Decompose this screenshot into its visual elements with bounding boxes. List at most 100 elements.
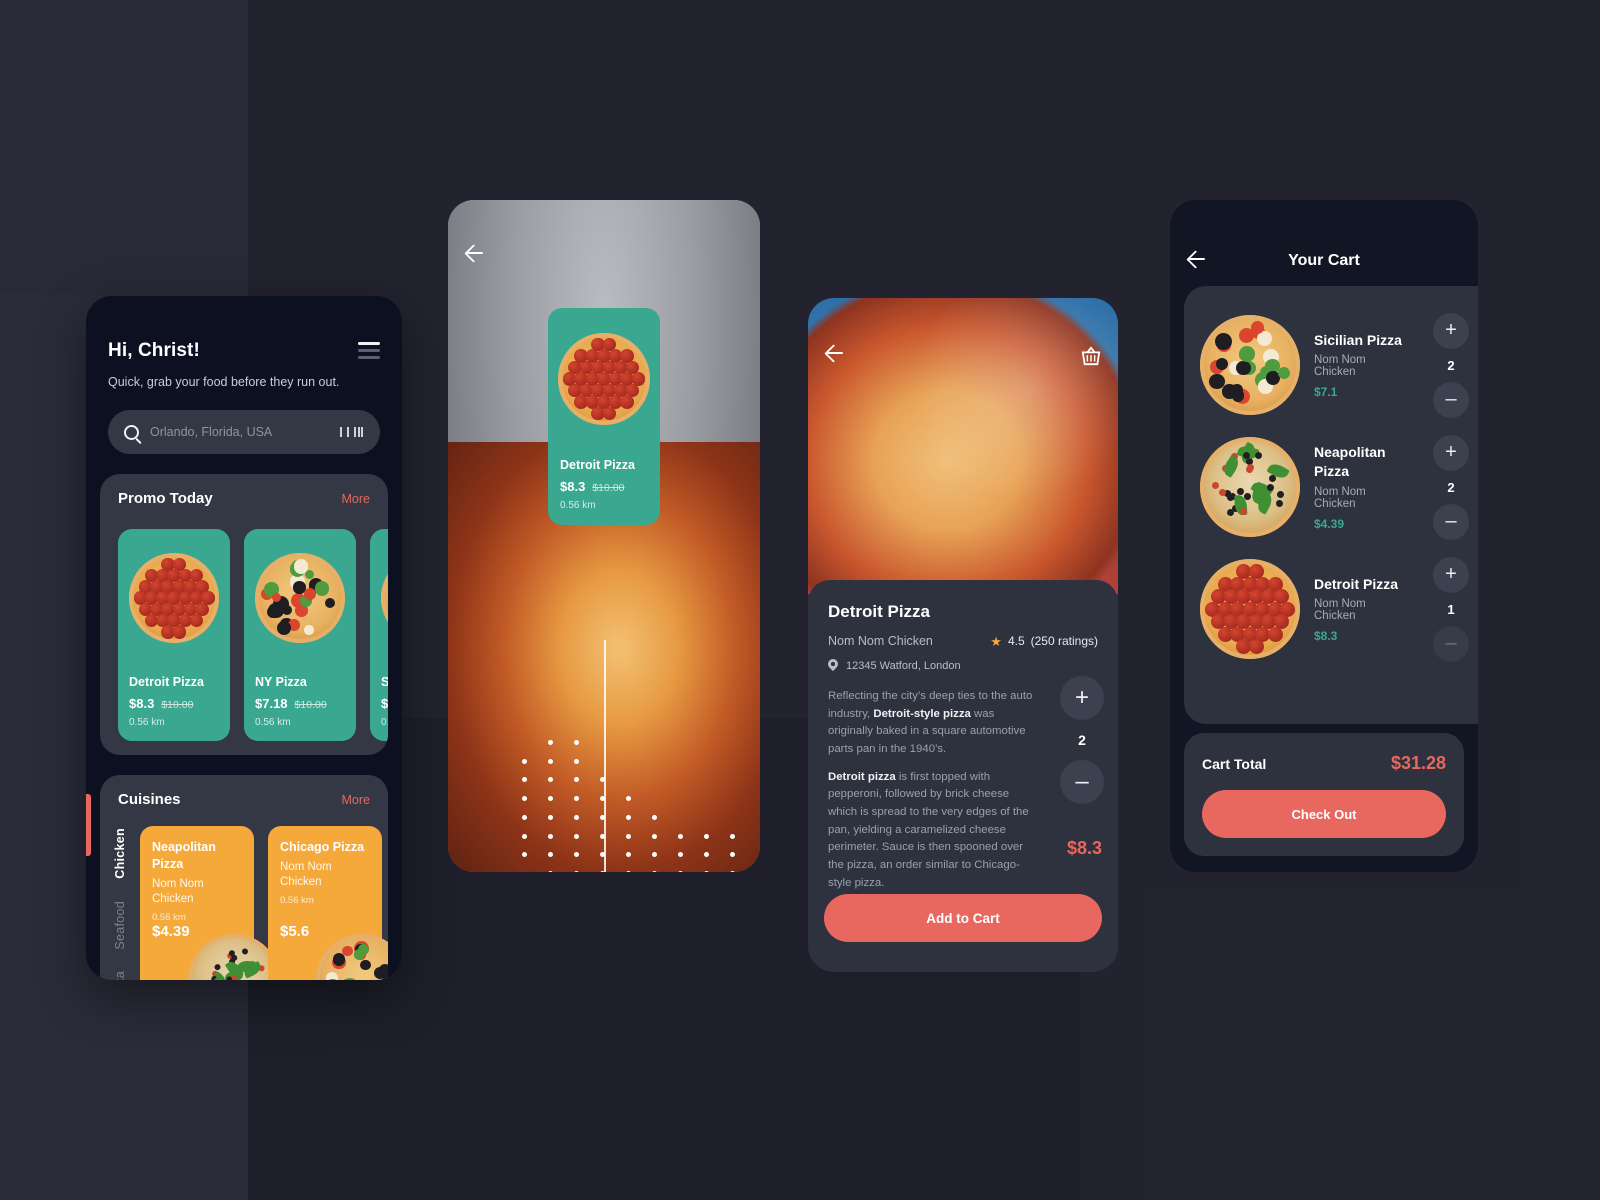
promo-card-distance: 0.56 km (255, 717, 291, 728)
decrease-quantity-button[interactable]: – (1433, 625, 1469, 662)
checkout-button[interactable]: Check Out (1202, 790, 1446, 838)
cuisine-tab-chicken[interactable]: Chicken (113, 828, 127, 879)
back-arrow-icon[interactable] (464, 242, 486, 264)
cart-item-stepper[interactable]: + 2 – (1424, 434, 1478, 540)
pizza-image-sicilian (381, 553, 388, 643)
cart-item-shop: Nom Nom Chicken (1314, 485, 1366, 510)
promo-card-name: Sicilian Pizza (381, 675, 388, 689)
cuisine-card-shop: Nom Nom Chicken (152, 877, 204, 906)
cuisine-card-name: Chicago Pizza (280, 840, 365, 854)
quantity-stepper[interactable]: + 2 – (1060, 676, 1104, 804)
hamburger-icon[interactable] (358, 342, 380, 363)
back-arrow-icon[interactable] (824, 342, 846, 364)
pin-card-name: Detroit Pizza (560, 458, 636, 472)
promo-card-list[interactable]: Detroit Pizza $8.3 $10.00 0.56 km NY Piz… (100, 507, 388, 755)
pizza-image-detroit (558, 333, 650, 425)
greeting-title: Hi, Christ! (108, 340, 200, 361)
cart-summary: Cart Total $31.28 Check Out (1184, 733, 1464, 856)
quantity-value: 2 (1078, 732, 1086, 748)
promo-card-price: $7.1 (381, 696, 388, 711)
promo-section: Promo Today More Detroit Pizza $8.3 $10.… (100, 474, 388, 755)
description-paragraph: Detroit pizza is first topped with peppe… (828, 770, 1029, 889)
cuisine-card-name: Neapolitan Pizza (152, 840, 216, 871)
cuisine-card[interactable]: Chicago Pizza Nom Nom Chicken 0.56 km $5… (268, 826, 388, 980)
increase-quantity-button[interactable]: + (1433, 556, 1469, 593)
add-to-cart-button[interactable]: Add to Cart (824, 894, 1102, 942)
home-header: Hi, Christ! Quick, grab your food before… (86, 296, 402, 454)
cart-item-stepper[interactable]: + 2 – (1424, 312, 1478, 418)
cuisines-section: Cuisines More Chicken Seafood Pasta Neap… (100, 775, 388, 980)
cart-header: Your Cart (1170, 200, 1478, 290)
pin-connector-line (604, 640, 606, 872)
ratings-count: (250 ratings) (1030, 634, 1098, 648)
decrease-quantity-button[interactable]: – (1433, 503, 1469, 540)
product-rating: ★ 4.5 (250 ratings) (990, 634, 1098, 648)
cart-item-name: Neapolitan Pizza (1314, 444, 1386, 479)
promo-card-price: $7.18 (255, 696, 288, 711)
phone-screen-photo: Detroit Pizza $8.3 $10.00 0.56 km (448, 200, 760, 872)
product-shop-name: Nom Nom Chicken (828, 634, 933, 648)
product-hero-photo (808, 298, 1118, 594)
pizza-image-detroit (129, 553, 219, 643)
decrease-quantity-button[interactable]: – (1060, 760, 1104, 804)
pin-card-old-price: $10.00 (592, 482, 625, 494)
increase-quantity-button[interactable]: + (1433, 434, 1469, 471)
promo-card-distance: 0.56 km (381, 717, 388, 728)
cuisine-card[interactable]: Neapolitan Pizza Nom Nom Chicken 0.56 km… (140, 826, 280, 980)
cart-page-title: Your Cart (1288, 252, 1360, 269)
pizza-image-sicilian (1200, 315, 1300, 415)
promo-card[interactable]: Sicilian Pizza $7.1 $10.00 0.56 km (370, 529, 388, 741)
cart-item-name: Sicilian Pizza (1314, 331, 1402, 348)
promo-card[interactable]: Detroit Pizza $8.3 $10.00 0.56 km (118, 529, 230, 741)
product-pin-card[interactable]: Detroit Pizza $8.3 $10.00 0.56 km (548, 308, 660, 525)
active-tab-accent-bar (86, 794, 91, 856)
cuisine-tab-list: Chicken Seafood Pasta (100, 826, 140, 980)
promo-more-link[interactable]: More (342, 492, 370, 506)
pizza-image-ny (255, 553, 345, 643)
promo-card-name: Detroit Pizza (129, 675, 205, 689)
cuisine-card-distance: 0.56 km (280, 894, 314, 906)
increase-quantity-button[interactable]: + (1060, 676, 1104, 720)
cart-item-name: Detroit Pizza (1314, 575, 1399, 592)
greeting-subtitle: Quick, grab your food before they run ou… (108, 375, 340, 389)
cart-item-row[interactable]: Detroit Pizza Nom Nom Chicken $8.3 + 1 – (1184, 548, 1478, 670)
cart-item-list: Sicilian Pizza Nom Nom Chicken $7.1 + 2 … (1184, 286, 1478, 724)
cuisine-tab-seafood[interactable]: Seafood (113, 901, 127, 950)
search-input[interactable]: Orlando, Florida, USA (108, 410, 380, 454)
cart-item-price: $4.39 (1314, 516, 1345, 531)
cuisines-section-header: Cuisines More (100, 791, 388, 808)
pizza-image-neapolitan (1200, 437, 1300, 537)
back-arrow-icon[interactable] (1186, 248, 1208, 270)
pizza-image-chicago (316, 933, 388, 980)
cart-item-row[interactable]: Sicilian Pizza Nom Nom Chicken $7.1 + 2 … (1184, 304, 1478, 426)
cart-item-row[interactable]: Neapolitan Pizza Nom Nom Chicken $4.39 +… (1184, 426, 1478, 548)
promo-card[interactable]: NY Pizza $7.18 $10.00 0.56 km (244, 529, 356, 741)
cuisine-card-list[interactable]: Neapolitan Pizza Nom Nom Chicken 0.56 km… (140, 826, 388, 980)
cart-item-stepper[interactable]: + 1 – (1424, 556, 1478, 662)
cuisines-more-link[interactable]: More (342, 793, 370, 807)
product-price: $8.3 (1066, 838, 1102, 858)
product-title: Detroit Pizza (828, 602, 931, 621)
product-description: Reflecting the city’s deep ties to the a… (828, 688, 1040, 892)
pizza-image-neapolitan (188, 933, 280, 980)
promo-card-old-price: $10.00 (294, 699, 327, 711)
phone-screen-product-detail: Detroit Pizza Nom Nom Chicken ★ 4.5 (250… (808, 298, 1118, 972)
pin-card-distance: 0.56 km (560, 500, 596, 511)
rating-value: 4.5 (1007, 634, 1025, 648)
cart-item-shop: Nom Nom Chicken (1314, 354, 1366, 379)
app-mockup-stage: Hi, Christ! Quick, grab your food before… (0, 0, 1600, 1200)
product-address: 12345 Watford, London (846, 659, 961, 672)
promo-card-price: $8.3 (129, 696, 155, 711)
search-icon (124, 424, 139, 440)
barcode-scan-icon[interactable] (340, 427, 366, 437)
decrease-quantity-button[interactable]: – (1433, 381, 1469, 418)
product-address-row: 12345 Watford, London (828, 659, 1098, 672)
shopping-basket-icon[interactable] (1080, 346, 1102, 366)
phone-screen-home: Hi, Christ! Quick, grab your food before… (86, 296, 402, 980)
cuisines-title: Cuisines (118, 791, 181, 808)
promo-title: Promo Today (118, 490, 213, 507)
increase-quantity-button[interactable]: + (1433, 312, 1469, 349)
promo-section-header: Promo Today More (100, 490, 388, 507)
cuisine-tab-pasta[interactable]: Pasta (113, 971, 127, 980)
cart-item-quantity: 2 (1447, 357, 1455, 373)
